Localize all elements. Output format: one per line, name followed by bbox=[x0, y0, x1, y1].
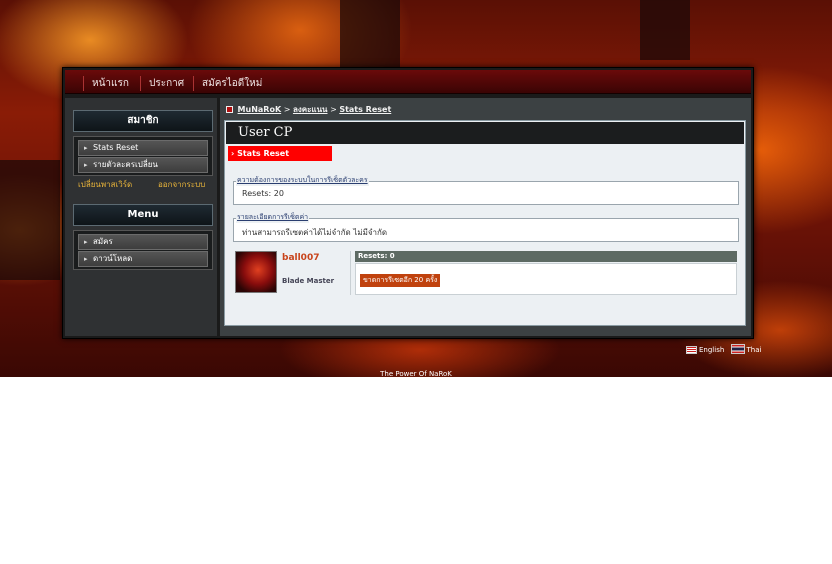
breadcrumb-separator: > bbox=[330, 105, 337, 114]
divider bbox=[350, 251, 351, 295]
details-legend: รายละเอียดการรีเซ็ตค่า bbox=[236, 212, 310, 223]
background-ruins bbox=[0, 160, 60, 280]
page-title: User CP bbox=[226, 122, 744, 144]
left-sidebar: สมาชิก ▸ Stats Reset ▸ รายตัวละครเปลี่ยน… bbox=[65, 98, 217, 336]
sidebar-item-label: ดาวน์โหลด bbox=[93, 254, 133, 263]
menu-panel: ▸ สมัคร ▸ ดาวน์โหลด bbox=[73, 230, 213, 270]
background-spire bbox=[640, 0, 690, 60]
character-name[interactable]: ball007 bbox=[282, 253, 319, 263]
tab-stats-reset[interactable]: › Stats Reset bbox=[228, 146, 332, 161]
flag-en-icon[interactable] bbox=[686, 346, 697, 354]
member-panel: ▸ Stats Reset ▸ รายตัวละครเปลี่ยน bbox=[73, 136, 213, 176]
sidebar-item-label: รายตัวละครเปลี่ยน bbox=[93, 160, 158, 169]
arrow-right-icon: ▸ bbox=[84, 144, 88, 152]
requirements-value: Resets: 20 bbox=[242, 189, 284, 198]
tab-label: Stats Reset bbox=[237, 149, 290, 158]
arrow-right-icon: ▸ bbox=[84, 238, 88, 246]
arrow-right-icon: ▸ bbox=[84, 255, 88, 263]
sidebar-item-label: Stats Reset bbox=[93, 143, 139, 152]
breadcrumb-current-link[interactable]: Stats Reset bbox=[339, 105, 391, 114]
character-avatar bbox=[235, 251, 277, 293]
details-value: ท่านสามารถรีเซตค่าได้ไม่จำกัด ไม่มีจำกัด bbox=[242, 228, 388, 237]
footer-text: The Power Of NaRoK bbox=[380, 370, 452, 378]
language-thai[interactable]: Thai bbox=[747, 346, 762, 354]
member-panel-title: สมาชิก bbox=[73, 110, 213, 132]
resets-header: Resets: 0 bbox=[355, 251, 737, 262]
sidebar-item-label: สมัคร bbox=[93, 237, 113, 246]
breadcrumb-vote-link[interactable]: ลงคะแนน bbox=[293, 105, 328, 114]
user-cp-panel: User CP › Stats Reset ความต้องการของระบบ… bbox=[224, 120, 746, 326]
language-english[interactable]: English bbox=[699, 346, 724, 354]
sidebar-item-character-change[interactable]: ▸ รายตัวละครเปลี่ยน bbox=[78, 157, 208, 173]
arrow-right-icon: ▸ bbox=[84, 161, 88, 169]
language-switcher: English Thai bbox=[686, 344, 761, 354]
requirements-fieldset: ความต้องการของระบบในการรีเซ็ตตัวละคร Res… bbox=[233, 175, 739, 205]
sidebar-item-register[interactable]: ▸ สมัคร bbox=[78, 234, 208, 250]
content-area: MuNaRoK > ลงคะแนน > Stats Reset User CP … bbox=[220, 98, 751, 336]
background-tower bbox=[340, 0, 400, 70]
nav-item-announcements[interactable]: ประกาศ bbox=[140, 76, 184, 91]
nav-item-register[interactable]: สมัครไอดีใหม่ bbox=[193, 76, 262, 91]
change-password-link[interactable]: เปลี่ยนพาสเวิร์ด bbox=[78, 178, 132, 191]
requirements-legend: ความต้องการของระบบในการรีเซ็ตตัวละคร bbox=[236, 175, 369, 186]
breadcrumb-bullet-icon bbox=[226, 106, 233, 113]
breadcrumb-home-link[interactable]: MuNaRoK bbox=[238, 105, 282, 114]
top-navigation: หน้าแรก ประกาศ สมัครไอดีใหม่ bbox=[65, 70, 751, 94]
resets-body: ขาดการรีเซตอีก 20 ครั้ง bbox=[355, 263, 737, 295]
sidebar-item-download[interactable]: ▸ ดาวน์โหลด bbox=[78, 251, 208, 267]
character-class: Blade Master bbox=[282, 277, 335, 285]
character-card: ball007 Blade Master Resets: 0 ขาดการรีเ… bbox=[231, 251, 741, 299]
breadcrumb-separator: > bbox=[283, 105, 291, 114]
sidebar-item-stats-reset[interactable]: ▸ Stats Reset bbox=[78, 140, 208, 156]
nav-item-home[interactable]: หน้าแรก bbox=[83, 76, 129, 91]
flag-th-icon[interactable] bbox=[730, 344, 745, 354]
main-frame: หน้าแรก ประกาศ สมัครไอดีใหม่ สมาชิก ▸ St… bbox=[62, 67, 754, 339]
breadcrumb: MuNaRoK > ลงคะแนน > Stats Reset bbox=[226, 103, 391, 116]
details-fieldset: รายละเอียดการรีเซ็ตค่า ท่านสามารถรีเซตค่… bbox=[233, 212, 739, 242]
logout-link[interactable]: ออกจากระบบ bbox=[158, 178, 205, 191]
status-badge: ขาดการรีเซตอีก 20 ครั้ง bbox=[360, 274, 441, 287]
chevron-right-icon: › bbox=[231, 149, 235, 158]
menu-panel-title: Menu bbox=[73, 204, 213, 226]
